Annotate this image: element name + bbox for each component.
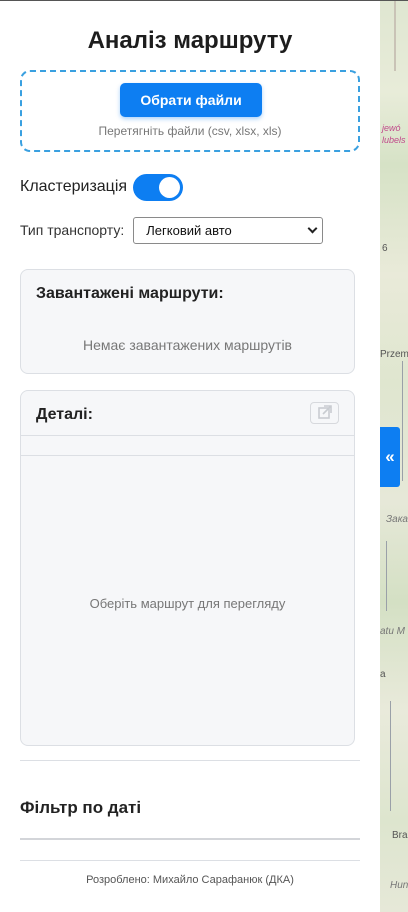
open-external-button[interactable] [310,402,339,424]
transport-selected-value: Легковий авто [146,222,232,238]
date-filter-heading[interactable]: Фільтр по даті [20,798,141,818]
date-filter-underline [20,838,360,840]
footer-divider [20,860,360,861]
map-label-number: 6 [382,243,388,254]
map-label-przem: Przem [380,349,408,360]
details-divider [21,435,354,436]
map-label-bra: Bra [392,830,408,841]
details-panel: Деталі: Оберіть маршрут для перегляду [20,390,355,746]
map-label-wojewodztwo: jewó [382,123,401,133]
section-divider [20,760,360,761]
map-border-line-2 [386,541,387,611]
details-empty: Оберіть маршрут для перегляду [89,596,286,611]
loaded-routes-heading: Завантажені маршрути: [36,285,224,302]
map-label-a: a [380,669,386,680]
sidebar-collapse-button[interactable]: « [380,427,400,487]
transport-select[interactable]: Легковий авто [133,216,324,244]
toggle-knob [159,176,181,198]
loaded-routes-panel: Завантажені маршрути: Немає завантажених… [20,269,355,374]
chevron-down-icon [307,223,318,233]
details-divider-2 [21,455,354,456]
map-border-line [402,361,403,481]
page-title: Аналіз маршруту [87,27,293,54]
map-river [390,701,391,811]
sidebar: Аналіз маршруту Обрати файли Перетягніть… [0,1,380,912]
file-dropzone[interactable]: Обрати файли Перетягніть файли (csv, xls… [20,70,360,152]
map-label-lubelskie: lubels [382,135,406,145]
dropzone-hint: Перетягніть файли (csv, xlsx, xls) [98,124,282,138]
map-label-hun: Hun [390,880,408,891]
map-label-atu: atu M [380,626,406,637]
clustering-toggle[interactable] [133,173,184,201]
details-heading: Деталі: [36,406,93,423]
map-road [394,1,396,71]
footer-credit: Розроблено: Михайло Сарафанюк (ДКА) [86,874,294,886]
external-link-icon [318,405,332,419]
map-label-zakar: Зака [386,514,408,525]
loaded-routes-empty: Немає завантажених маршрутів [83,337,292,353]
clustering-label: Кластеризація [20,178,128,195]
transport-label: Тип транспорту: [20,222,125,238]
clustering-row: Кластеризація [20,173,184,201]
choose-files-button[interactable]: Обрати файли [120,83,262,117]
transport-row: Тип транспорту: Легковий авто [20,216,324,244]
